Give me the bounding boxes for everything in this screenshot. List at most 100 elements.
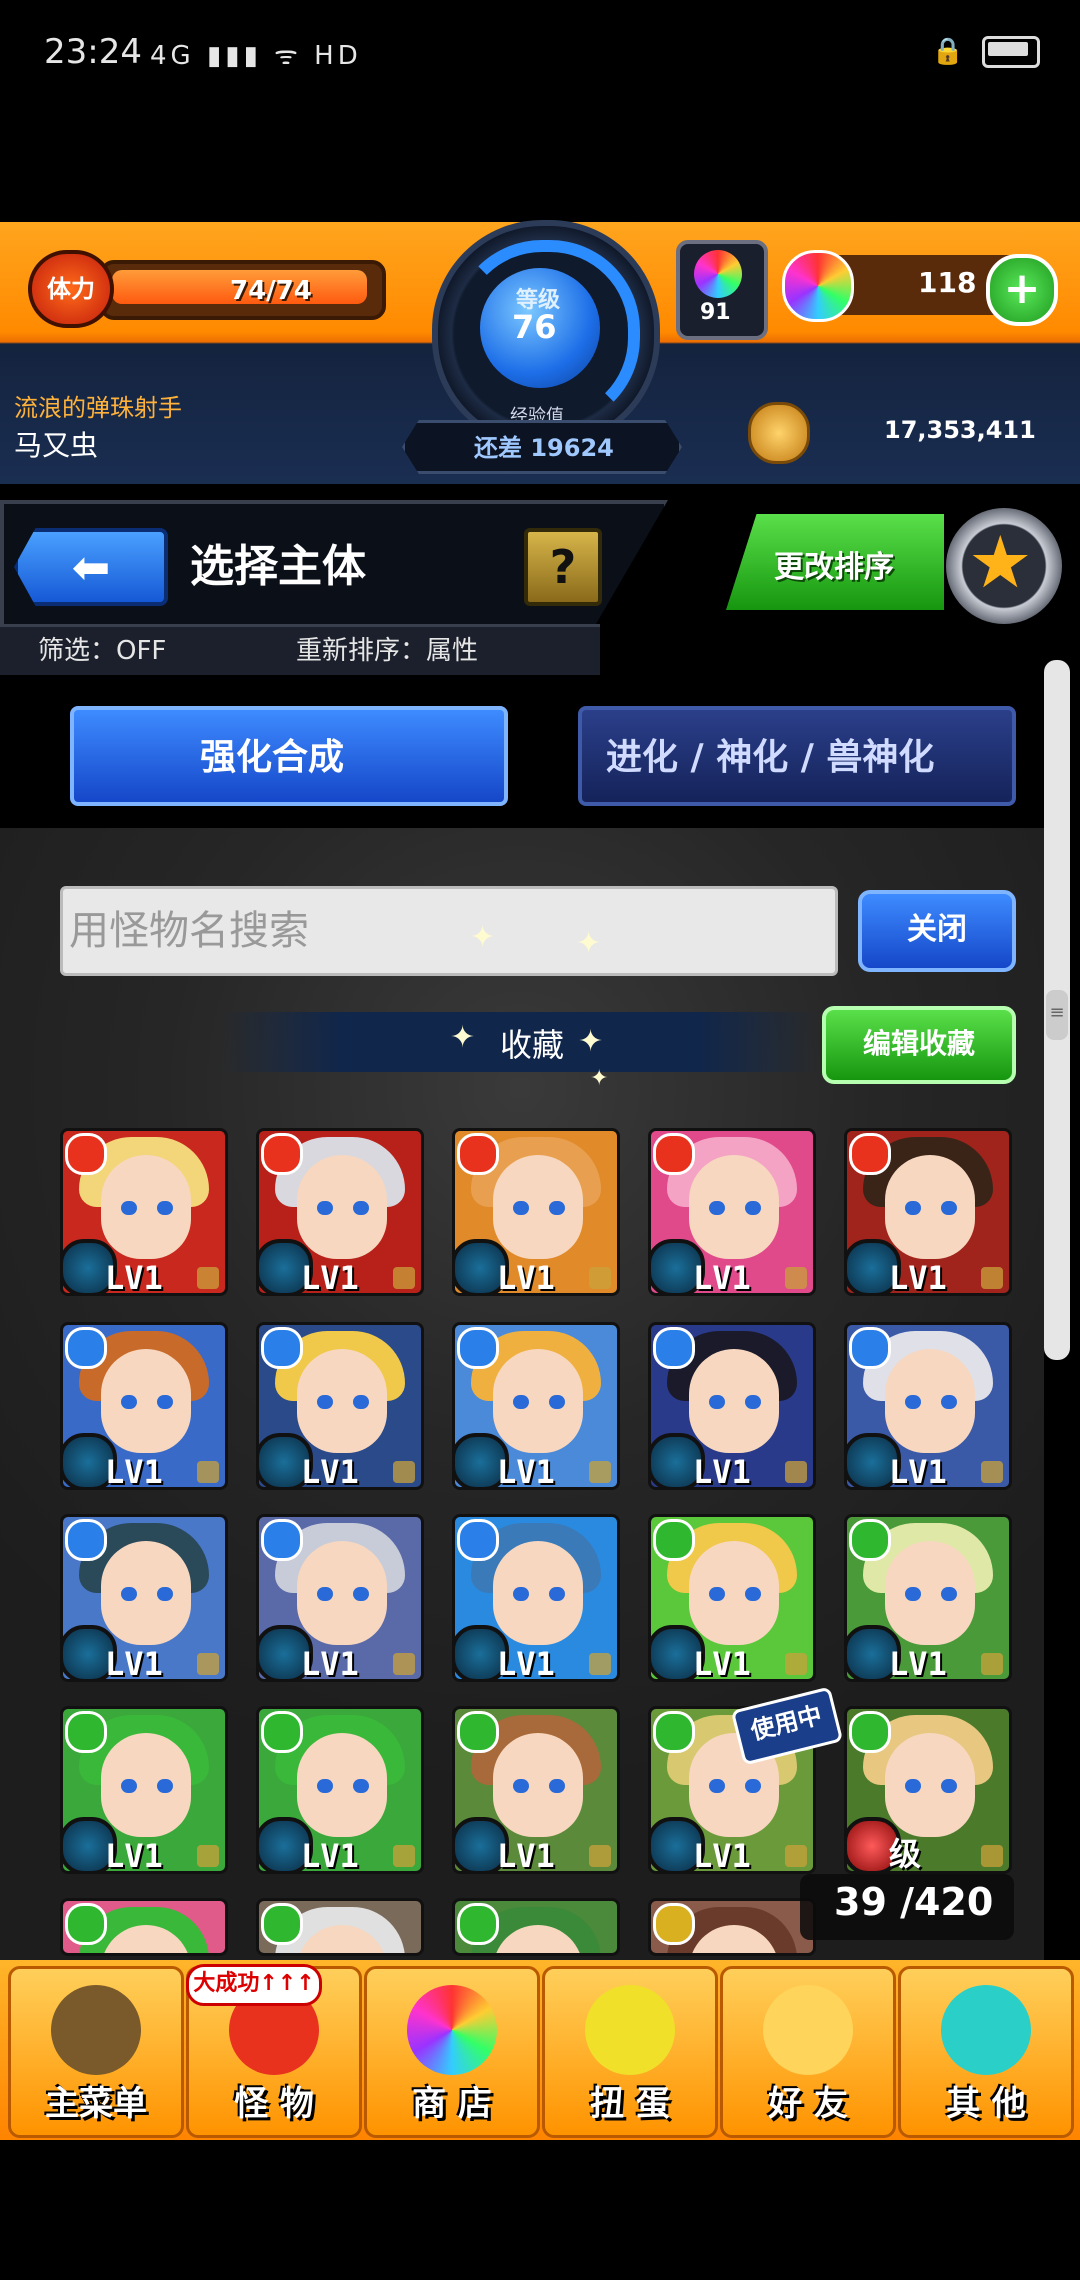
eye-icon: [905, 1587, 921, 1601]
monster-card[interactable]: [256, 1898, 424, 1956]
eye-icon: [121, 1779, 137, 1793]
lock-icon: [981, 1845, 1003, 1867]
element-attribute-icon: [653, 1133, 695, 1175]
card-level: LV1: [693, 1259, 751, 1296]
nav-item-4[interactable]: 扭 蛋: [542, 1966, 718, 2138]
signal-icons: 4G ▮▮▮ ᯤ HD: [150, 41, 362, 71]
eye-icon: [513, 1779, 529, 1793]
eye-icon: [157, 1779, 173, 1793]
eye-icon: [549, 1587, 565, 1601]
monster-card[interactable]: LV1: [648, 1128, 816, 1296]
eye-icon: [317, 1201, 333, 1215]
back-arrow-icon: ⬅: [71, 540, 111, 594]
card-portrait: [885, 1733, 975, 1837]
eye-icon: [941, 1587, 957, 1601]
nav-item-5[interactable]: 好 友: [720, 1966, 896, 2138]
stamina-icon: 体力: [28, 250, 114, 328]
monster-card[interactable]: LV1: [256, 1322, 424, 1490]
eye-icon: [709, 1587, 725, 1601]
card-level: LV1: [105, 1453, 163, 1490]
lock-icon: [981, 1267, 1003, 1289]
element-attribute-icon: [261, 1711, 303, 1753]
monster-card[interactable]: LV1: [844, 1514, 1012, 1682]
element-attribute-icon: [653, 1327, 695, 1369]
back-button[interactable]: ⬅: [14, 528, 168, 606]
monster-card[interactable]: LV1: [256, 1514, 424, 1682]
card-portrait: [297, 1155, 387, 1259]
card-level: LV1: [301, 1259, 359, 1296]
monster-card[interactable]: LV1: [844, 1128, 1012, 1296]
monster-card[interactable]: LV1: [648, 1514, 816, 1682]
lock-icon: [981, 1653, 1003, 1675]
nav-label: 怪 物: [234, 2084, 314, 2124]
sort-order[interactable]: 重新排序：属性: [296, 630, 478, 667]
filter-toggle[interactable]: 筛选：OFF: [38, 630, 166, 667]
buy-orbs-plus-button[interactable]: +: [986, 254, 1058, 326]
card-portrait: [297, 1349, 387, 1453]
monster-card[interactable]: LV1: [452, 1514, 620, 1682]
monster-card[interactable]: LV1: [844, 1322, 1012, 1490]
element-attribute-icon: [849, 1519, 891, 1561]
monster-card[interactable]: 级: [844, 1706, 1012, 1874]
lock-icon: [393, 1653, 415, 1675]
monster-card[interactable]: LV1: [452, 1706, 620, 1874]
monster-card[interactable]: LV1: [60, 1322, 228, 1490]
lock-icon: [197, 1461, 219, 1483]
search-input[interactable]: 用怪物名搜索: [60, 886, 838, 976]
monster-card[interactable]: LV1: [452, 1322, 620, 1490]
monster-card[interactable]: [60, 1898, 228, 1956]
element-attribute-icon: [261, 1519, 303, 1561]
card-level: LV1: [889, 1259, 947, 1296]
nav-item-6[interactable]: 其 他: [898, 1966, 1074, 2138]
monster-card[interactable]: [452, 1898, 620, 1956]
nav-item-3[interactable]: 商 店: [364, 1966, 540, 2138]
card-portrait: [297, 1733, 387, 1837]
eye-icon: [121, 1395, 137, 1409]
card-portrait: [493, 1155, 583, 1259]
card-portrait: [689, 1155, 779, 1259]
lock-icon: [785, 1653, 807, 1675]
gem-count: 91: [700, 300, 731, 325]
card-portrait: [885, 1349, 975, 1453]
element-attribute-icon: [457, 1133, 499, 1175]
help-button[interactable]: ?: [524, 528, 602, 606]
edit-favorites-button[interactable]: 编辑收藏: [822, 1006, 1016, 1084]
monster-card[interactable]: LV1: [60, 1514, 228, 1682]
monster-card[interactable]: LV1: [256, 1706, 424, 1874]
eye-icon: [157, 1395, 173, 1409]
nav-item-1[interactable]: 主菜单: [8, 1966, 184, 2138]
element-attribute-icon: [849, 1133, 891, 1175]
friends-icon: [763, 1985, 853, 2075]
element-attribute-icon: [65, 1133, 107, 1175]
element-attribute-icon: [261, 1327, 303, 1369]
monster-card[interactable]: [648, 1898, 816, 1956]
eye-icon: [353, 1395, 369, 1409]
eye-icon: [709, 1201, 725, 1215]
eye-icon: [513, 1395, 529, 1409]
monster-card[interactable]: LV1: [256, 1128, 424, 1296]
scrollbar-grip[interactable]: ≡: [1046, 990, 1068, 1040]
sparkle-icon: ✦: [450, 1020, 476, 1055]
eye-icon: [121, 1201, 137, 1215]
lock-icon: [589, 1461, 611, 1483]
element-attribute-icon: [653, 1519, 695, 1561]
eye-icon: [353, 1779, 369, 1793]
eye-icon: [745, 1587, 761, 1601]
rainbow-orb-icon: [782, 250, 854, 322]
monster-card[interactable]: LV1: [60, 1706, 228, 1874]
player-name: 马又虫: [14, 429, 99, 462]
coin-count: 17,353,411: [884, 416, 1036, 444]
element-attribute-icon: [457, 1711, 499, 1753]
nav-label: 其 他: [946, 2084, 1026, 2124]
close-search-button[interactable]: 关闭: [858, 890, 1016, 972]
monster-card[interactable]: LV1: [60, 1128, 228, 1296]
monster-card[interactable]: LV1: [648, 1322, 816, 1490]
eye-icon: [353, 1201, 369, 1215]
monster-card[interactable]: LV1: [452, 1128, 620, 1296]
eye-icon: [941, 1395, 957, 1409]
element-attribute-icon: [457, 1903, 499, 1945]
eye-icon: [745, 1395, 761, 1409]
sparkle-icon: ✦: [578, 1024, 604, 1059]
card-portrait: [101, 1155, 191, 1259]
status-time: 23:24: [44, 32, 142, 72]
